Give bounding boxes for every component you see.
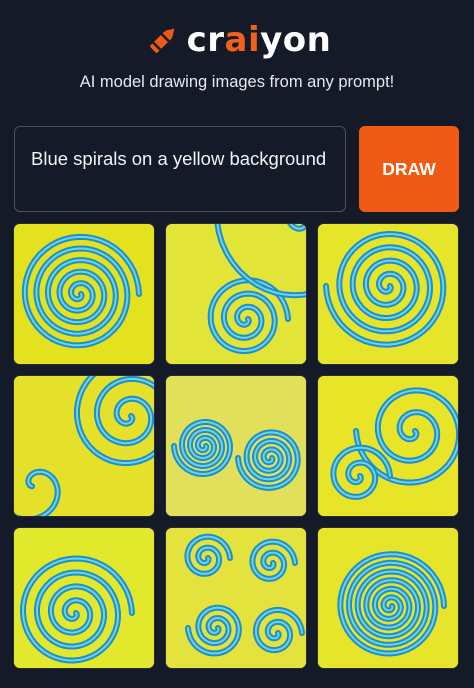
result-image-3[interactable] <box>318 224 458 364</box>
result-image-9[interactable] <box>318 528 458 668</box>
result-image-4[interactable] <box>14 376 154 516</box>
spiral-image <box>318 376 458 516</box>
results-grid <box>14 224 460 670</box>
spiral-image <box>14 376 154 516</box>
result-image-6[interactable] <box>318 376 458 516</box>
spiral-image <box>318 224 458 364</box>
logo-wordmark[interactable]: craiyon <box>187 20 332 60</box>
result-image-5[interactable] <box>166 376 306 516</box>
result-image-8[interactable] <box>166 528 306 668</box>
spiral-image <box>166 376 306 516</box>
tagline: AI model drawing images from any prompt! <box>79 73 395 91</box>
result-image-2[interactable] <box>166 224 306 364</box>
spiral-image <box>318 528 458 668</box>
prompt-input[interactable]: Blue spirals on a yellow background <box>14 126 346 212</box>
draw-button[interactable]: DRAW <box>359 126 459 212</box>
result-image-7[interactable] <box>14 528 154 668</box>
spiral-image <box>166 224 306 364</box>
spiral-image <box>14 224 154 364</box>
logo-text-suffix: yon <box>260 20 332 60</box>
spiral-image <box>166 528 306 668</box>
app-header: craiyon <box>0 18 474 62</box>
logo-text-prefix: cr <box>186 20 225 60</box>
logo-text-accent: ai <box>224 20 261 60</box>
crayon-icon <box>149 28 174 53</box>
spiral-image <box>14 528 154 668</box>
result-image-1[interactable] <box>14 224 154 364</box>
